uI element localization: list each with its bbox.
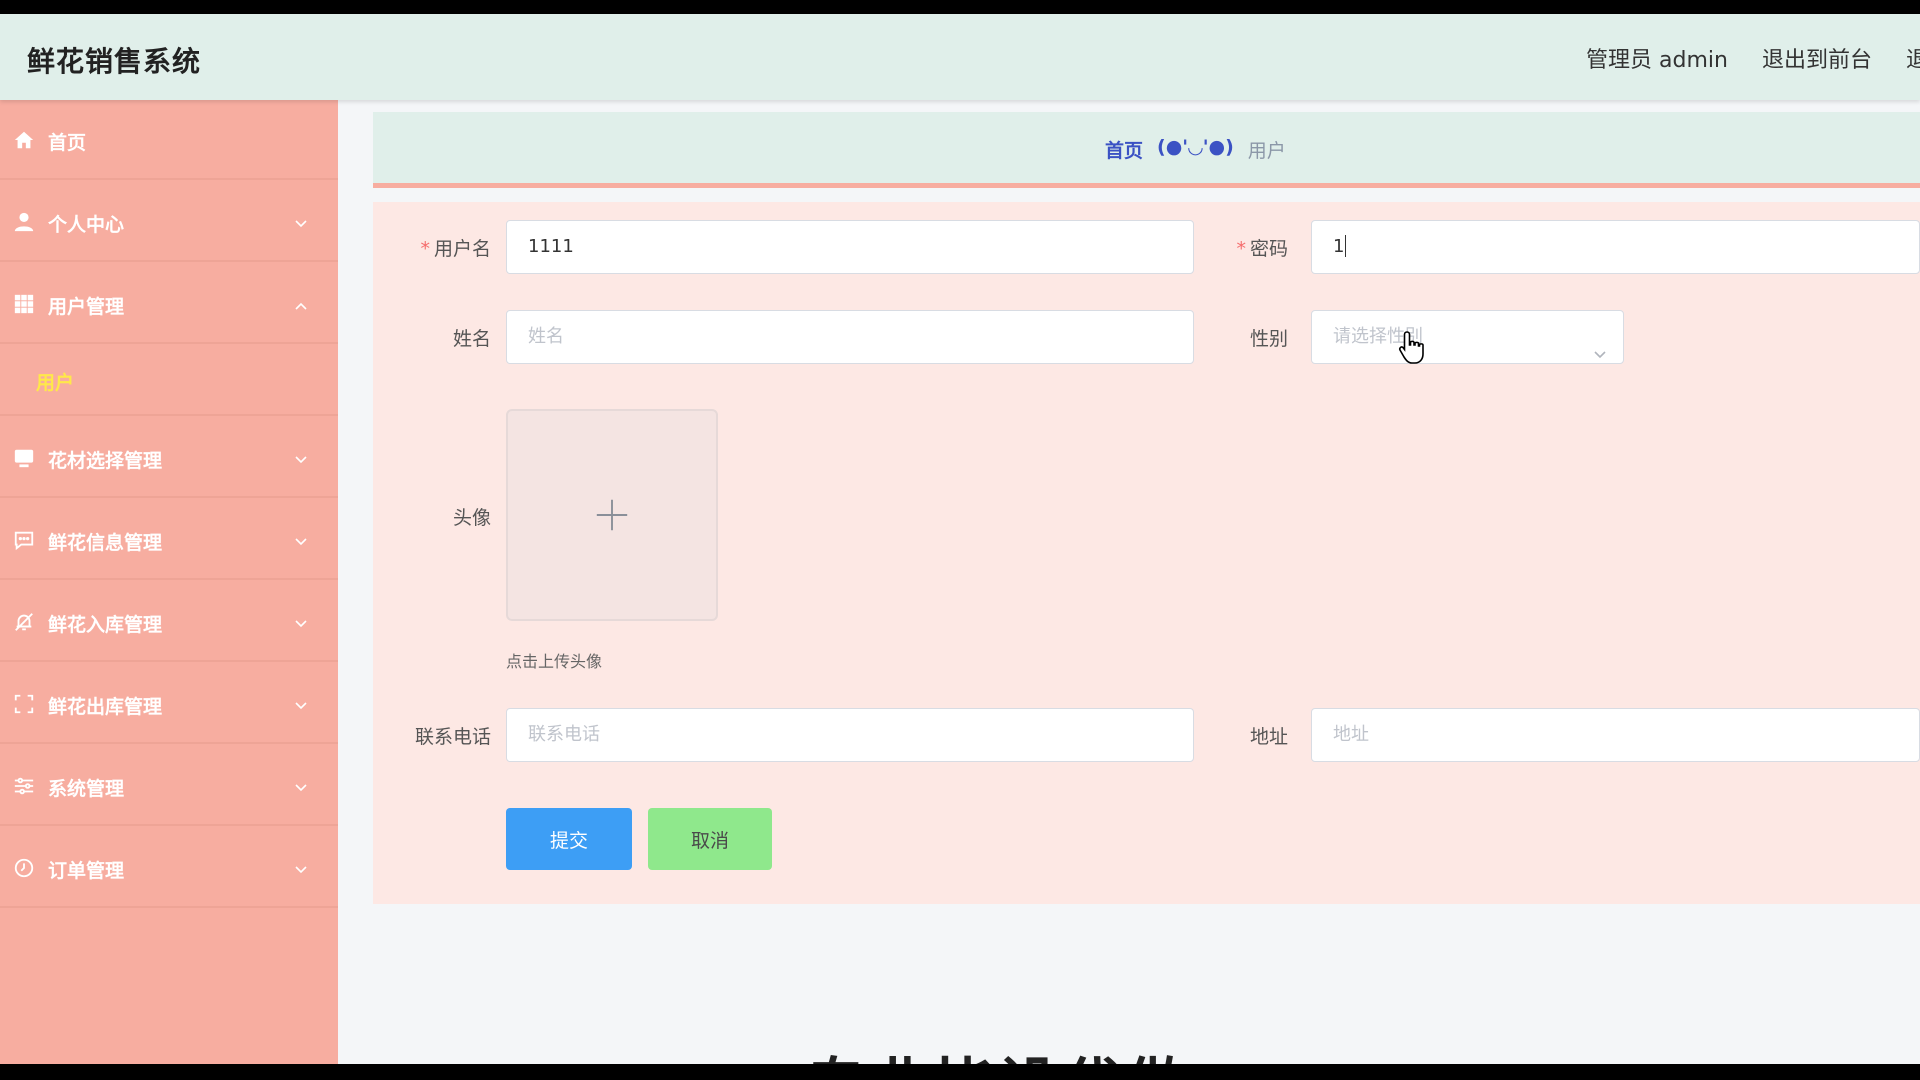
sidebar-item-stock-in[interactable]: 鲜花入库管理: [0, 582, 338, 662]
back-to-front-link[interactable]: 退出到前台: [1762, 42, 1872, 74]
admin-label: 管理员 admin: [1586, 48, 1728, 73]
watermark-overlay-text: 专业毕设代做: [806, 1038, 1190, 1064]
chevron-down-icon: [294, 532, 308, 546]
header-links: 管理员 admin 退出到前台 退出: [1586, 42, 1920, 74]
sidebar-item-label: 鲜花信息管理: [48, 532, 163, 554]
sidebar-item-label: 首页: [48, 132, 87, 154]
chevron-up-icon: [294, 296, 308, 310]
chevron-down-icon: [294, 860, 308, 874]
phone-input[interactable]: 联系电话: [506, 708, 1194, 762]
sidebar: 首页 个人中心 用户管理 用户 花材选择管理 鲜花信息管理 鲜花入库管理 鲜花出…: [0, 100, 338, 1064]
submit-button[interactable]: 提交: [506, 808, 632, 870]
sidebar-subitem-user[interactable]: 用户: [0, 346, 338, 416]
text-caret: [1345, 234, 1347, 257]
sidebar-item-label: 鲜花出库管理: [48, 696, 163, 718]
sidebar-item-label: 系统管理: [48, 778, 125, 800]
sidebar-subitem-label: 用户: [36, 372, 75, 394]
gender-select[interactable]: 请选择性别: [1311, 310, 1624, 364]
user-form: * 用户名 1111 * 密码 1 姓名 姓名 性别 请选择性别 头像 点击上传头像…: [373, 202, 1920, 904]
chevron-down-icon: [294, 214, 308, 228]
address-label: 地址: [1249, 726, 1288, 748]
user-icon: [12, 210, 36, 234]
logout-link[interactable]: 退出: [1906, 42, 1920, 74]
sidebar-item-flower-info[interactable]: 鲜花信息管理: [0, 500, 338, 580]
sidebar-item-material-selection[interactable]: 花材选择管理: [0, 418, 338, 498]
breadcrumb-current: 用户: [1247, 140, 1286, 162]
name-input[interactable]: 姓名: [506, 310, 1194, 364]
chevron-down-icon: [294, 450, 308, 464]
plus-icon: [596, 499, 628, 531]
app-viewport: 鲜花销售系统 管理员 admin 退出到前台 退出 首页 个人中心 用户管理 用…: [0, 14, 1920, 1064]
sidebar-item-home[interactable]: 首页: [0, 100, 338, 180]
sliders-icon: [12, 774, 36, 798]
sidebar-item-stock-out[interactable]: 鲜花出库管理: [0, 664, 338, 744]
cancel-button[interactable]: 取消: [648, 808, 772, 870]
monitor-icon: [12, 446, 36, 470]
name-label: 姓名: [452, 328, 491, 350]
address-input[interactable]: 地址: [1311, 708, 1920, 762]
chevron-down-icon: [294, 614, 308, 628]
bell-off-icon: [12, 610, 36, 634]
chevron-down-icon: [1593, 331, 1607, 359]
fullscreen-icon: [12, 692, 36, 716]
gender-label: 性别: [1249, 328, 1288, 350]
clock-icon: [12, 856, 36, 880]
username-label: * 用户名: [420, 238, 491, 260]
sidebar-item-label: 鲜花入库管理: [48, 614, 163, 636]
sidebar-item-user-management[interactable]: 用户管理: [0, 264, 338, 344]
breadcrumb: 首页 (●'◡'●) 用户: [373, 112, 1920, 188]
sidebar-item-label: 花材选择管理: [48, 450, 163, 472]
sidebar-item-label: 个人中心: [48, 214, 125, 236]
phone-label: 联系电话: [414, 726, 491, 748]
avatar-uploader[interactable]: [506, 409, 718, 621]
avatar-upload-hint: 点击上传头像: [506, 652, 603, 671]
chevron-down-icon: [294, 778, 308, 792]
password-input[interactable]: 1: [1311, 220, 1920, 274]
app-title: 鲜花销售系统: [27, 45, 202, 78]
avatar-label: 头像: [452, 507, 491, 529]
password-label: * 密码: [1236, 238, 1288, 260]
chevron-down-icon: [294, 696, 308, 710]
sidebar-item-profile[interactable]: 个人中心: [0, 182, 338, 262]
chat-icon: [12, 528, 36, 552]
grid-icon: [12, 292, 36, 316]
sidebar-item-label: 用户管理: [48, 296, 125, 318]
sidebar-item-system[interactable]: 系统管理: [0, 746, 338, 826]
breadcrumb-home[interactable]: 首页: [1105, 136, 1143, 163]
sidebar-item-orders[interactable]: 订单管理: [0, 828, 338, 908]
hand-cursor-icon: [1398, 331, 1424, 364]
top-header: 鲜花销售系统 管理员 admin 退出到前台 退出: [0, 14, 1920, 100]
sidebar-item-label: 订单管理: [48, 860, 125, 882]
breadcrumb-separator: (●'◡'●): [1157, 136, 1234, 158]
username-input[interactable]: 1111: [506, 220, 1194, 274]
home-icon: [12, 128, 36, 152]
